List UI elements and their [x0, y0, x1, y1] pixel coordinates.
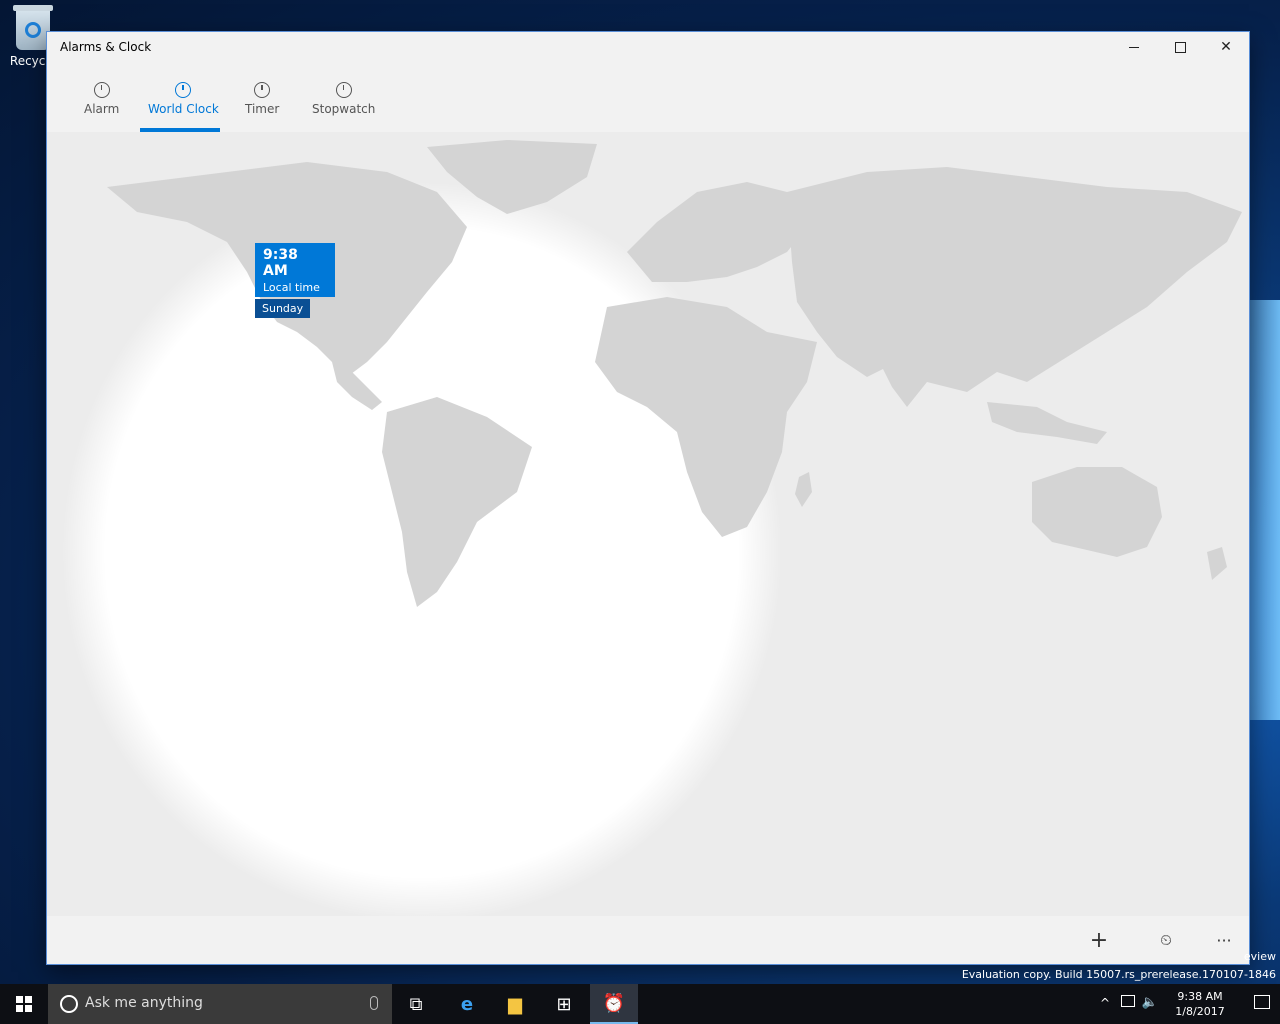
tab-label: World Clock: [148, 102, 219, 116]
alarm-clock-icon: [93, 82, 110, 98]
task-view-button[interactable]: ⧉: [392, 984, 440, 1024]
clock-time: 9:38 AM: [1177, 990, 1223, 1003]
system-tray: ^ 🔈 9:38 AM 1/8/2017: [1080, 984, 1280, 1024]
tab-timer[interactable]: Timer: [245, 82, 279, 116]
window-title: Alarms & Clock: [60, 40, 152, 54]
minimize-button[interactable]: [1111, 32, 1157, 62]
tab-label: Stopwatch: [312, 102, 376, 116]
plus-icon: +: [1089, 927, 1109, 953]
task-view-icon: ⧉: [409, 993, 423, 1015]
tab-world-clock[interactable]: World Clock: [148, 82, 219, 116]
windows-logo-icon: [16, 996, 32, 1012]
timer-icon: [254, 82, 271, 98]
title-bar[interactable]: Alarms & Clock ✕: [47, 32, 1249, 62]
clock-date: 1/8/2017: [1175, 1005, 1225, 1018]
compare-clock-icon: ⏲: [1160, 931, 1172, 949]
store-icon: ⊞: [556, 993, 572, 1015]
local-day-badge: Sunday: [255, 299, 311, 318]
tab-label: Alarm: [84, 102, 120, 116]
tab-label: Timer: [245, 102, 280, 116]
close-icon: ✕: [1220, 39, 1232, 55]
show-hidden-icons-icon[interactable]: ^: [1100, 996, 1110, 1010]
start-button[interactable]: [0, 984, 48, 1024]
maximize-icon: [1174, 41, 1186, 53]
stopwatch-icon: [335, 82, 352, 98]
watermark-line-2: Evaluation copy. Build 15007.rs_prerelea…: [961, 968, 1276, 981]
file-explorer-button[interactable]: ▆: [491, 984, 539, 1024]
more-options-button[interactable]: ···: [1212, 928, 1236, 952]
alarms-clock-taskbar-button[interactable]: ⏰: [590, 984, 638, 1024]
recycle-bin-icon: [13, 5, 53, 50]
command-bar: + ⏲ ···: [47, 916, 1249, 964]
world-map-graphic: [47, 132, 1249, 916]
folder-icon: ▆: [508, 993, 522, 1015]
close-button[interactable]: ✕: [1203, 32, 1249, 62]
tab-alarm[interactable]: Alarm: [84, 82, 119, 116]
cortana-search-box[interactable]: Ask me anything: [48, 984, 392, 1024]
ellipsis-icon: ···: [1216, 930, 1232, 950]
local-time-value: 9:38 AM: [263, 247, 298, 279]
store-button[interactable]: ⊞: [540, 984, 588, 1024]
maximize-button[interactable]: [1157, 32, 1203, 62]
local-time-card: 9:38 AM Local time: [255, 243, 335, 297]
alarms-clock-window: Alarms & Clock ✕ Alarm World Clock Timer…: [47, 32, 1249, 964]
compare-button[interactable]: ⏲: [1154, 928, 1178, 952]
globe-clock-icon: [175, 82, 192, 98]
world-map[interactable]: 9:38 AM Local time Sunday: [47, 132, 1249, 916]
taskbar-clock[interactable]: 9:38 AM 1/8/2017: [1170, 989, 1230, 1019]
local-time-label: Local time: [263, 281, 320, 294]
local-time-pin[interactable]: 9:38 AM Local time Sunday: [255, 243, 335, 318]
volume-icon[interactable]: 🔈: [1142, 995, 1158, 1010]
alarm-clock-icon: ⏰: [602, 992, 626, 1014]
tab-bar: Alarm World Clock Timer Stopwatch: [47, 62, 1249, 132]
search-placeholder: Ask me anything: [85, 995, 203, 1011]
action-center-icon[interactable]: [1254, 995, 1270, 1009]
edge-button[interactable]: e: [443, 984, 491, 1024]
network-icon[interactable]: [1121, 995, 1135, 1007]
minimize-icon: [1129, 46, 1139, 48]
watermark-line-1: eview: [1243, 950, 1276, 963]
add-city-button[interactable]: +: [1087, 927, 1111, 953]
taskbar: Ask me anything ⧉ e ▆ ⊞ ⏰ ^ 🔈 9:38 AM 1/…: [0, 984, 1280, 1024]
cortana-icon: [60, 995, 78, 1013]
edge-icon: e: [460, 993, 474, 1015]
microphone-icon[interactable]: [370, 996, 378, 1010]
tab-stopwatch[interactable]: Stopwatch: [312, 82, 375, 116]
